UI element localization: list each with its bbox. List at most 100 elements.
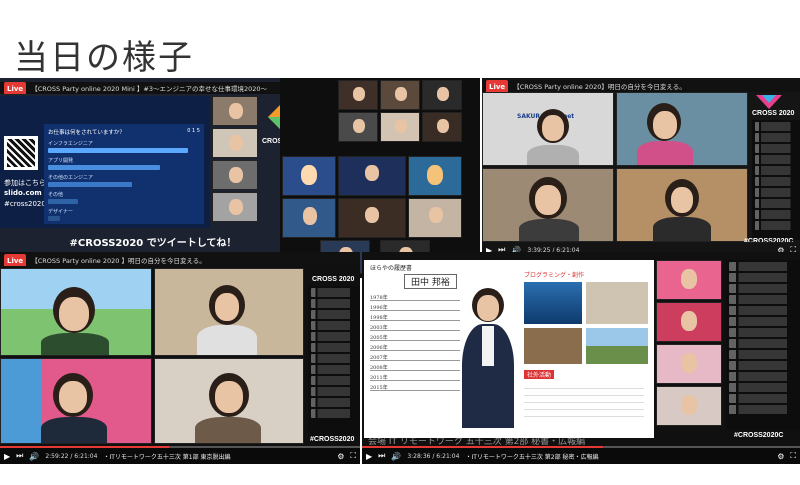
playback-time: 3:28:36 / 6:21:04 <box>407 452 460 460</box>
participant-cam <box>656 386 722 426</box>
player-controls[interactable]: ▶ ⏭ 🔊 3:28:36 / 6:21:04 ・ITリモートワーク五十三次 第… <box>362 448 800 464</box>
participant-cam <box>0 268 152 356</box>
chat-panel[interactable] <box>726 260 800 430</box>
stream-title-bar: Live 【CROSS Party online 2020】明日の自分を今日変え… <box>482 80 800 92</box>
participant-cam <box>154 358 304 444</box>
poll-bar <box>48 165 160 170</box>
participant-cam <box>212 128 258 158</box>
stream-panel-top-right[interactable]: Live 【CROSS Party online 2020】明日の自分を今日変え… <box>482 78 800 258</box>
slido-tag: #cross2020 <box>4 200 46 208</box>
resume-row: 2008年 <box>370 364 460 371</box>
volume-icon[interactable]: 🔊 <box>29 452 39 461</box>
next-icon[interactable]: ⏭ <box>378 451 385 461</box>
resume-row: 2011年 <box>370 374 460 381</box>
participant-cam <box>338 198 406 238</box>
building-photo <box>524 328 582 364</box>
aquarium-photo <box>524 282 582 324</box>
hashtag-label: #CROSS2020 <box>310 436 355 443</box>
resume-row: 1978年 <box>370 294 460 301</box>
participant-cam <box>422 112 462 142</box>
stream-title-bar: Live 【CROSS Party online 2020 】明日の自分を今日変… <box>0 254 360 266</box>
chapter-caption: ・ITリモートワーク五十三次 第2部 秘密・広報編 <box>465 453 599 461</box>
brand-label: CROSS 2020 <box>312 276 355 283</box>
player-controls[interactable]: ▶ ⏭ 🔊 2:59:22 / 6:21:04 ・ITリモートワーク五十三次 第… <box>0 448 360 464</box>
page-title: 当日の様子 <box>14 38 194 78</box>
stream-title-bar: Live 【CROSS Party online 2020 Mini 】#3〜エ… <box>0 82 306 94</box>
participant-cam <box>380 80 420 110</box>
poll-bar <box>48 148 188 153</box>
participant-cam: SAKURA internet <box>482 92 614 166</box>
volume-icon[interactable]: 🔊 <box>391 452 401 461</box>
participant-cam <box>408 198 462 238</box>
fullscreen-icon[interactable]: ⛶ <box>350 451 356 461</box>
participant-cam <box>482 168 614 242</box>
participant-cam <box>212 160 258 190</box>
poll-option: インフラエンジニア <box>48 141 93 147</box>
resume-header: ほらやの履歴書 <box>370 265 413 272</box>
participant-cam <box>656 302 722 342</box>
play-icon[interactable]: ▶ <box>4 452 10 461</box>
settings-icon[interactable]: ⚙ <box>777 452 784 461</box>
participant-cam <box>154 268 304 356</box>
participant-cam <box>338 112 378 142</box>
participant-cam <box>616 92 748 166</box>
participant-cam <box>656 260 722 300</box>
resume-row: 1998年 <box>370 314 460 321</box>
stream-title: 【CROSS Party online 2020 Mini 】#3〜エンジニアの… <box>31 85 268 93</box>
live-badge: Live <box>4 254 27 266</box>
resume-row: 2006年 <box>370 344 460 351</box>
chapter-caption: ・ITリモートワーク五十三次 第1部 東京脱出編 <box>103 453 231 461</box>
chat-panel[interactable] <box>308 286 360 436</box>
qr-code <box>4 136 38 170</box>
activity-list <box>524 382 644 422</box>
live-badge: Live <box>4 82 27 94</box>
hashtag-label: #CROSS2020C <box>734 432 784 439</box>
participant-cam <box>212 192 258 222</box>
stream-title: 【CROSS Party online 2020 】明日の自分を今日変える。 <box>31 257 206 265</box>
poll-question: お仕事は何をされていますか？ <box>48 130 125 136</box>
slido-join-label: 参加はこちら <box>4 179 46 187</box>
poll-option: デザイナー <box>48 209 73 215</box>
participant-cam <box>338 156 406 196</box>
participant-cam <box>338 80 378 110</box>
poll-option: その他 <box>48 192 64 198</box>
poll-option: アプリ開発 <box>48 158 74 164</box>
stream-panel-top-middle[interactable] <box>280 78 480 278</box>
next-icon[interactable]: ⏭ <box>16 451 23 461</box>
tweet-banner: #CROSS2020 でツイートしてね！ <box>69 238 237 249</box>
stream-panel-bottom-left[interactable]: Live 【CROSS Party online 2020 】明日の自分を今日変… <box>0 252 360 464</box>
resume-row: 2007年 <box>370 354 460 361</box>
avatar-cam <box>408 156 462 196</box>
office-photo <box>586 282 648 324</box>
participant-cam <box>616 168 748 242</box>
resume-row: 2005年 <box>370 334 460 341</box>
page: 当日の様子 Live 【CROSS Party online 2020 Mini… <box>0 0 800 485</box>
poll-option: その他のエンジニア <box>48 175 94 181</box>
cross-logo <box>756 94 782 109</box>
play-icon[interactable]: ▶ <box>366 452 372 461</box>
slido-url[interactable]: slido.com <box>4 189 42 197</box>
section-label-external: 社外活動 <box>524 370 555 379</box>
participant-cam <box>212 96 258 126</box>
fullscreen-icon[interactable]: ⛶ <box>790 451 796 461</box>
live-badge: Live <box>486 80 509 92</box>
poll-bar <box>48 182 132 187</box>
stream-panel-bottom-right[interactable]: ほらやの履歴書 田中 邦裕 1978年 1996年 1998年 2003年 20… <box>362 252 800 464</box>
resume-row: 1996年 <box>370 304 460 311</box>
participant-cam <box>656 344 722 384</box>
poll-bar <box>48 199 78 204</box>
resume-row: 2015年 <box>370 384 460 391</box>
slido-screen: 参加はこちら slido.com #cross2020 お仕事は何をされています… <box>0 96 210 228</box>
outdoor-photo <box>586 328 648 364</box>
resume-row: 2003年 <box>370 324 460 331</box>
participant-cam <box>0 358 152 444</box>
chat-panel[interactable] <box>752 120 800 240</box>
resume-name: 田中 邦裕 <box>404 274 457 289</box>
settings-icon[interactable]: ⚙ <box>337 452 344 461</box>
participant-cam <box>282 198 336 238</box>
playback-time: 2:59:22 / 6:21:04 <box>45 452 98 460</box>
stream-panel-top-left[interactable]: Live 【CROSS Party online 2020 Mini 】#3〜エ… <box>0 78 306 262</box>
stream-title: 【CROSS Party online 2020】明日の自分を今日変える。 <box>513 83 686 91</box>
poll-bar <box>48 216 60 221</box>
avatar-cam <box>282 156 336 196</box>
